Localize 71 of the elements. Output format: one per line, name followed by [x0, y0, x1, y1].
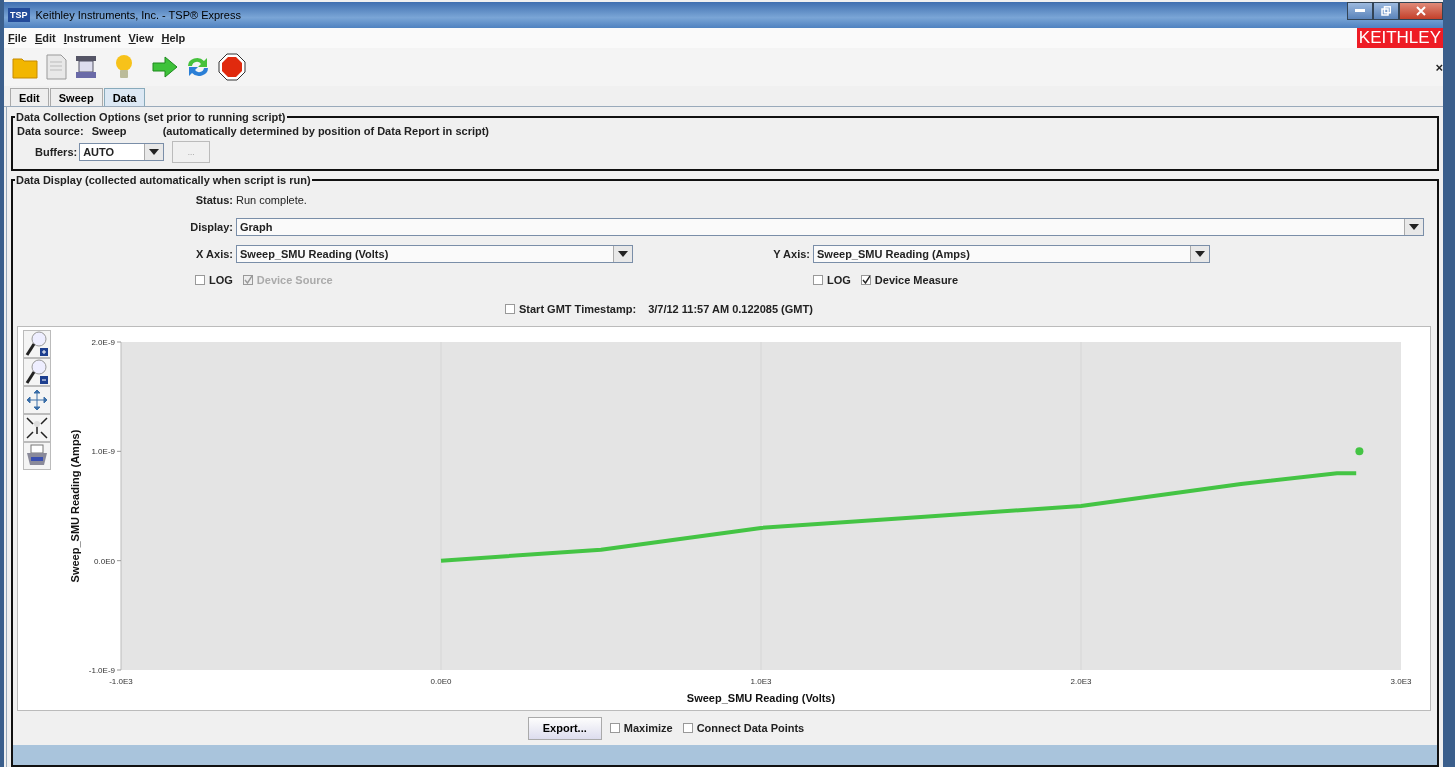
tick-label: 1.0E3 — [750, 677, 772, 686]
field-label: Y Axis: — [772, 247, 811, 260]
zoom-out-button[interactable] — [23, 358, 51, 386]
timestamp-value: 3/7/12 11:57 AM 0.122085 (GMT) — [648, 303, 813, 315]
checkbox[interactable] — [609, 723, 620, 733]
field-label: Display: — [189, 220, 234, 233]
window-title: Keithley Instruments, Inc. - TSP® Express — [35, 9, 241, 21]
stop-icon[interactable] — [218, 53, 246, 81]
checkbox[interactable] — [813, 274, 823, 285]
dropdown-arrow-icon — [1409, 223, 1419, 230]
checkbox-label: Device Source — [256, 273, 333, 286]
menu-item[interactable]: File — [8, 32, 27, 44]
minimize-button[interactable] — [1347, 2, 1373, 20]
zoom-in-button[interactable] — [23, 330, 51, 358]
tick-label: 2.0E-9 — [91, 338, 115, 347]
group-title: Data Display (collected automatically when script is run) — [15, 174, 312, 186]
checkbox[interactable] — [682, 723, 693, 733]
checkbox-label: Start GMT Timestamp: — [519, 303, 637, 315]
field-value: Sweep — [91, 125, 128, 137]
group-title: Data Collection Options (set prior to running script) — [15, 111, 287, 123]
minimize-icon — [1355, 9, 1365, 13]
tab[interactable]: Edit — [10, 88, 49, 106]
checkbox[interactable] — [505, 304, 515, 314]
field-label: Data source: — [17, 125, 84, 137]
buffers-dropdown[interactable]: AUTO — [79, 143, 165, 161]
field-label: X Axis: — [195, 247, 234, 260]
tick-label: 3.0E3 — [1390, 677, 1412, 686]
tick-label: 0.0E0 — [430, 677, 452, 686]
export-button[interactable]: Export... — [527, 716, 602, 740]
checkbox-label: LOG — [827, 273, 851, 286]
y-axis-dropdown[interactable]: Sweep_SMU Reading (Amps) — [813, 244, 1210, 263]
printer-icon[interactable] — [74, 54, 98, 80]
dropdown-arrow-icon — [1195, 250, 1205, 257]
run-arrow-icon[interactable] — [152, 55, 178, 79]
x-axis-dropdown[interactable]: Sweep_SMU Reading (Volts) — [236, 244, 633, 263]
menu-item[interactable]: Edit — [34, 32, 56, 44]
tab[interactable]: Sweep — [49, 88, 103, 106]
checkbox[interactable] — [860, 274, 871, 285]
fit-button[interactable] — [23, 414, 51, 442]
restore-icon — [1381, 6, 1391, 16]
menu-item[interactable]: Help — [161, 32, 186, 44]
checkbox-label: LOG — [209, 273, 233, 286]
field-label: Status: — [194, 193, 234, 206]
menu-item[interactable]: View — [128, 32, 154, 44]
dropdown-arrow-icon — [618, 250, 628, 257]
close-icon — [1416, 6, 1426, 16]
app-icon: TSP — [8, 8, 30, 22]
print-button[interactable] — [23, 442, 51, 470]
pan-button[interactable] — [23, 386, 51, 414]
display-dropdown[interactable]: Graph — [236, 217, 1424, 236]
tick-label: 2.0E3 — [1070, 677, 1092, 686]
brand-logo: KEITHLEY — [1356, 28, 1443, 48]
x-axis-title: Sweep_SMU Reading (Volts) — [686, 692, 836, 704]
close-button[interactable] — [1399, 2, 1443, 20]
tab[interactable]: Data — [103, 88, 146, 106]
checkbox-label: Device Measure — [874, 273, 958, 286]
tick-label: -1.0E-9 — [88, 666, 115, 675]
checkbox-label: Maximize — [623, 722, 673, 734]
tick-label: 1.0E-9 — [91, 447, 115, 457]
field-label: Buffers: — [35, 146, 78, 158]
checkbox-label: Connect Data Points — [696, 722, 805, 734]
dropdown-arrow-icon — [149, 149, 160, 155]
tick-label: 0.0E0 — [94, 556, 115, 566]
close-icon[interactable]: × — [1435, 59, 1443, 75]
menu-item[interactable]: Instrument — [63, 32, 121, 44]
restore-button[interactable] — [1373, 2, 1399, 20]
hint-text: (automatically determined by position of Data Report in script) — [162, 125, 489, 137]
status-text: Run complete. — [236, 193, 307, 206]
tick-label: -1.0E3 — [109, 677, 133, 686]
checkbox[interactable] — [195, 274, 205, 285]
y-axis-title: Sweep_SMU Reading (Amps) — [69, 429, 81, 583]
